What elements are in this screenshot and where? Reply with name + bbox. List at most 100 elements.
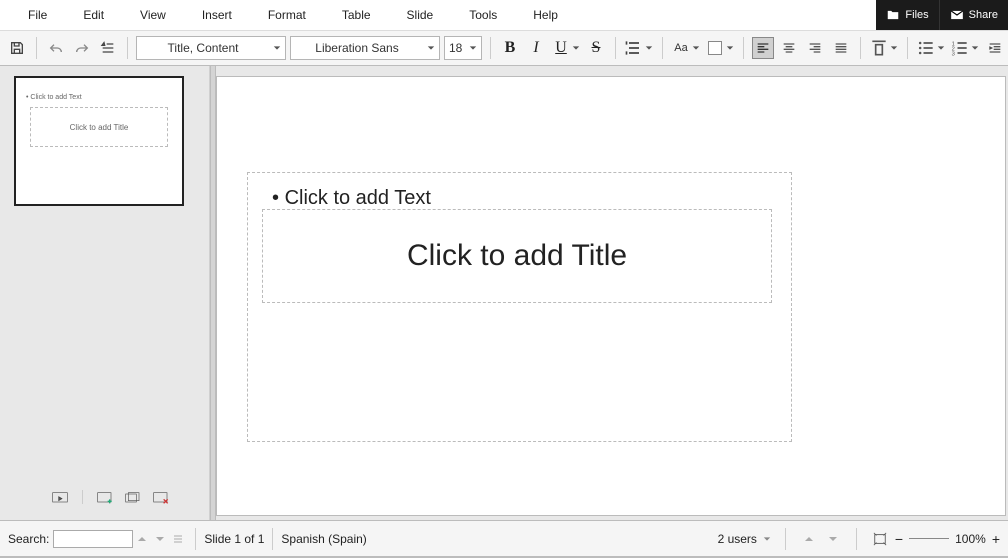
fit-slide-button[interactable]	[871, 530, 889, 548]
zoom-out-button[interactable]: −	[895, 531, 903, 547]
spacing-button[interactable]	[624, 37, 654, 59]
font-color-button[interactable]	[705, 37, 735, 59]
search-prev-button[interactable]	[133, 530, 151, 548]
undo-icon	[48, 40, 64, 56]
search-options-button[interactable]	[169, 530, 187, 548]
layout-combo[interactable]: Title, Content	[136, 36, 286, 60]
font-size-value: 18	[445, 41, 465, 55]
chevron-down-icon	[936, 44, 946, 52]
mail-icon	[950, 8, 964, 22]
strike-button[interactable]: S	[585, 37, 607, 59]
align-left-button[interactable]	[752, 37, 774, 59]
chevron-down-icon	[571, 44, 581, 52]
case-button[interactable]: Aa	[671, 37, 701, 59]
thumb-text: Click to add Text	[26, 94, 172, 101]
menu-insert[interactable]: Insert	[184, 8, 250, 22]
title-placeholder-text: Click to add Title	[407, 239, 627, 273]
delete-slide-button[interactable]	[151, 490, 171, 506]
new-slide-button[interactable]	[95, 490, 115, 506]
menu-help[interactable]: Help	[515, 8, 576, 22]
language-indicator[interactable]: Spanish (Spain)	[281, 532, 366, 546]
zoom-in-button[interactable]: +	[992, 531, 1000, 547]
font-combo[interactable]: Liberation Sans	[290, 36, 440, 60]
bold-button[interactable]: B	[499, 37, 521, 59]
separator	[860, 37, 861, 59]
title-placeholder[interactable]: Click to add Title	[262, 209, 772, 303]
normal-view-button[interactable]	[50, 490, 70, 506]
italic-icon: I	[533, 39, 538, 57]
redo-icon	[74, 40, 90, 56]
chevron-down-icon	[691, 44, 701, 52]
menu-format[interactable]: Format	[250, 8, 324, 22]
files-label: Files	[905, 9, 928, 21]
separator	[662, 37, 663, 59]
chevron-up-icon	[137, 534, 147, 544]
redo-button[interactable]	[71, 37, 93, 59]
zoom-track[interactable]	[909, 538, 949, 539]
outline-icon	[100, 40, 116, 56]
layout-value: Title, Content	[137, 41, 269, 55]
menu-slide[interactable]: Slide	[389, 8, 452, 22]
menu-file[interactable]: File	[10, 8, 65, 22]
slide-thumbnail-1[interactable]: Click to add Text Click to add Title	[14, 76, 184, 206]
view-mode-bar	[14, 490, 195, 510]
menu-edit[interactable]: Edit	[65, 8, 122, 22]
font-size-combo[interactable]: 18	[444, 36, 482, 60]
separator	[856, 528, 857, 550]
files-button[interactable]: Files	[876, 0, 939, 30]
next-slide-button[interactable]	[824, 530, 842, 548]
save-button[interactable]	[6, 37, 28, 59]
canvas-area[interactable]: Click to add Text Click to add Title	[216, 66, 1008, 520]
users-count[interactable]: 2 users	[718, 532, 757, 546]
align-justify-icon	[833, 40, 849, 56]
chevron-down-icon	[725, 44, 735, 52]
search-input[interactable]	[53, 530, 133, 548]
separator	[195, 528, 196, 550]
align-right-button[interactable]	[804, 37, 826, 59]
number-list-icon: 123	[950, 37, 970, 59]
duplicate-slide-icon	[125, 490, 141, 506]
align-right-icon	[807, 40, 823, 56]
chevron-down-icon	[644, 44, 654, 52]
increase-indent-button[interactable]	[984, 37, 1006, 59]
workspace: Click to add Text Click to add Title Cli…	[0, 66, 1008, 520]
thumb-title-box: Click to add Title	[30, 107, 168, 147]
underline-icon: U	[551, 37, 571, 59]
separator	[785, 528, 786, 550]
slide-1[interactable]: Click to add Text Click to add Title	[216, 76, 1006, 516]
content-placeholder-text: Click to add Text	[272, 187, 431, 210]
search-next-button[interactable]	[151, 530, 169, 548]
separator	[82, 490, 83, 504]
zoom-value[interactable]: 100%	[955, 532, 986, 546]
folder-icon	[886, 8, 900, 22]
prev-slide-button[interactable]	[800, 530, 818, 548]
number-list-button[interactable]: 123	[950, 37, 980, 59]
separator	[490, 37, 491, 59]
new-slide-icon	[97, 490, 113, 506]
strike-icon: S	[592, 39, 601, 57]
chevron-down-icon	[828, 534, 838, 544]
valign-button[interactable]	[869, 37, 899, 59]
search-label: Search:	[8, 532, 49, 546]
align-center-button[interactable]	[778, 37, 800, 59]
undo-button[interactable]	[45, 37, 67, 59]
separator	[127, 37, 128, 59]
separator	[36, 37, 37, 59]
font-value: Liberation Sans	[291, 41, 423, 55]
outline-button[interactable]	[97, 37, 119, 59]
underline-button[interactable]: U	[551, 37, 581, 59]
align-justify-button[interactable]	[830, 37, 852, 59]
menu-view[interactable]: View	[122, 8, 184, 22]
fit-icon	[873, 532, 887, 546]
duplicate-slide-button[interactable]	[123, 490, 143, 506]
menu-table[interactable]: Table	[324, 8, 389, 22]
thumb-title: Click to add Title	[70, 123, 129, 132]
chevron-up-icon	[804, 534, 814, 544]
share-button[interactable]: Share	[940, 0, 1008, 30]
bullet-list-button[interactable]	[916, 37, 946, 59]
zoom-slider[interactable]: −	[895, 531, 949, 547]
italic-button[interactable]: I	[525, 37, 547, 59]
separator	[615, 37, 616, 59]
menu-tools[interactable]: Tools	[451, 8, 515, 22]
menu-bar: File Edit View Insert Format Table Slide…	[0, 0, 1008, 30]
